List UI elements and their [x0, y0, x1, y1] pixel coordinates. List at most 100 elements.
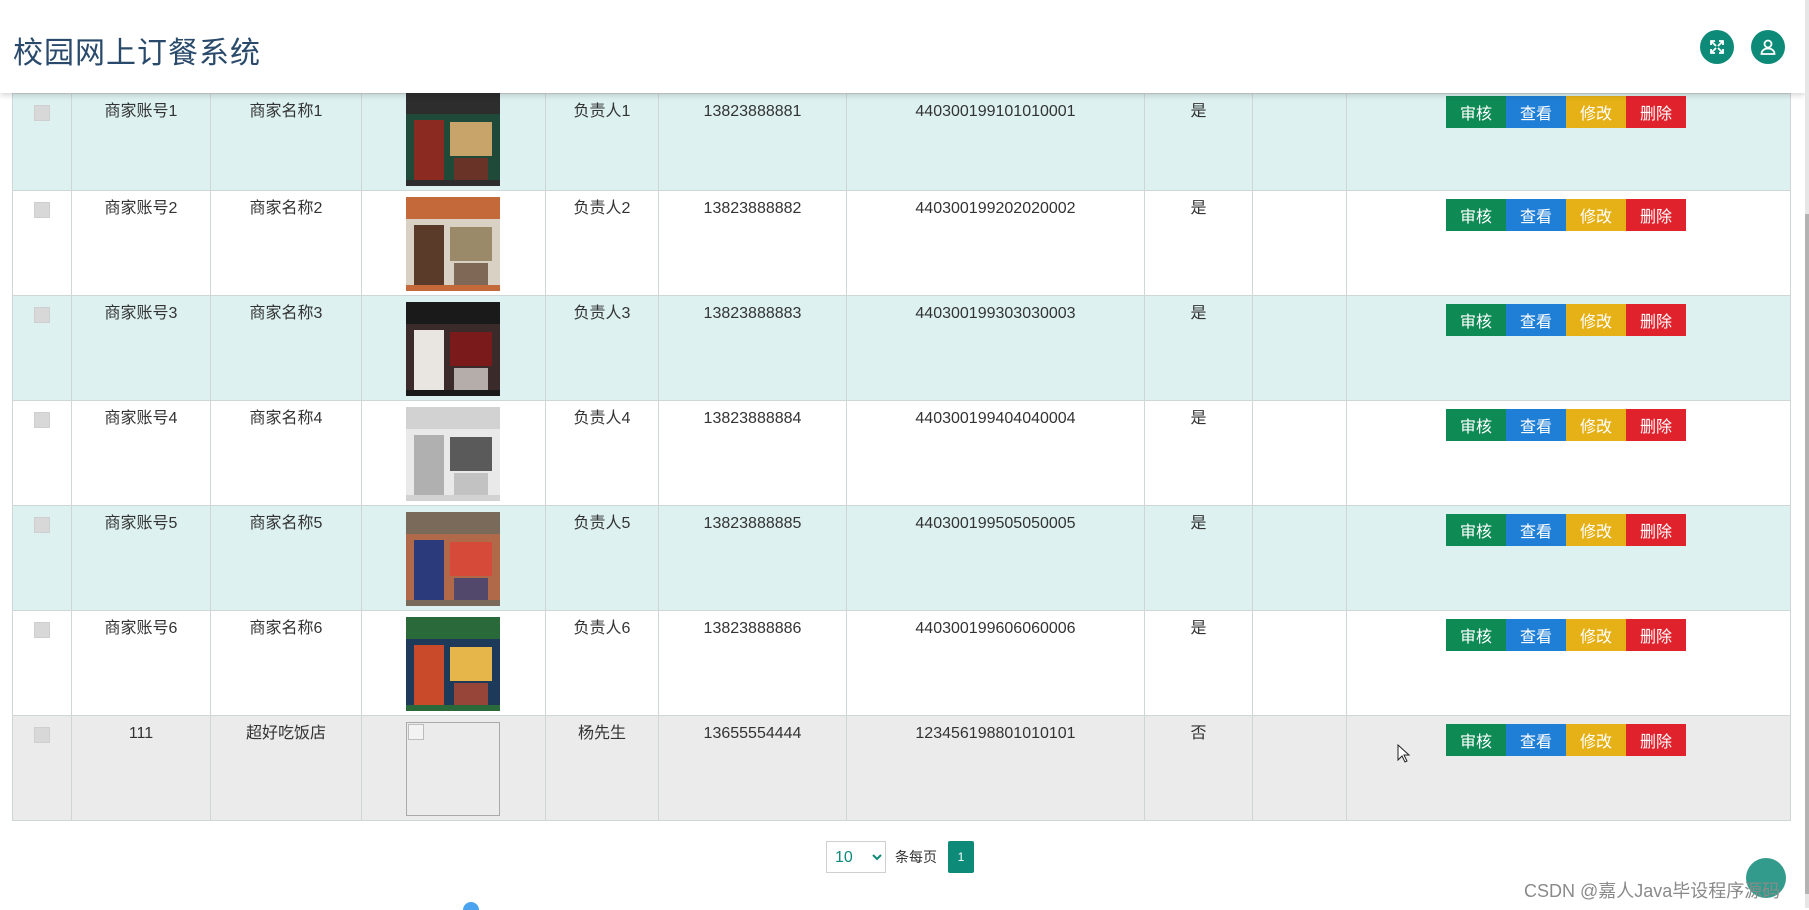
row-actions: 审核 查看 修改 删除	[1446, 514, 1686, 546]
merchant-photo[interactable]	[406, 617, 500, 711]
audit-button[interactable]: 审核	[1446, 304, 1506, 336]
id-number: 440300199202020002	[915, 200, 1076, 217]
phone-number: 13823888882	[703, 200, 802, 217]
page-scrollbar[interactable]	[1805, 0, 1809, 908]
mouse-cursor-icon	[1397, 744, 1411, 763]
scrollbar-thumb[interactable]	[1805, 214, 1809, 894]
edit-button[interactable]: 修改	[1566, 199, 1626, 231]
audit-status: 是	[1190, 305, 1207, 322]
audit-button[interactable]: 审核	[1446, 514, 1506, 546]
view-button[interactable]: 查看	[1506, 199, 1566, 231]
fullscreen-icon	[1710, 40, 1724, 54]
view-button[interactable]: 查看	[1506, 409, 1566, 441]
empty-cell	[1252, 295, 1347, 401]
row-checkbox[interactable]	[34, 412, 50, 428]
owner-name: 负责人5	[573, 515, 631, 532]
audit-button[interactable]: 审核	[1446, 199, 1506, 231]
owner-name: 杨先生	[577, 725, 626, 742]
merchant-account: 商家账号1	[104, 103, 178, 120]
merchant-photo[interactable]	[406, 197, 500, 291]
delete-button[interactable]: 删除	[1626, 96, 1686, 128]
delete-button[interactable]: 删除	[1626, 409, 1686, 441]
view-button[interactable]: 查看	[1506, 514, 1566, 546]
merchant-account: 商家账号6	[104, 620, 178, 637]
audit-button[interactable]: 审核	[1446, 724, 1506, 756]
pagination: 10 条每页 1	[826, 841, 974, 873]
empty-cell	[1252, 715, 1347, 821]
merchant-photo[interactable]	[406, 407, 500, 501]
audit-button[interactable]: 审核	[1446, 96, 1506, 128]
edit-button[interactable]: 修改	[1566, 96, 1626, 128]
delete-button[interactable]: 删除	[1626, 514, 1686, 546]
row-checkbox[interactable]	[34, 517, 50, 533]
audit-status: 是	[1190, 410, 1207, 427]
id-number: 440300199101010001	[915, 103, 1076, 120]
row-actions: 审核 查看 修改 删除	[1446, 96, 1686, 128]
merchant-name: 超好吃饭店	[245, 725, 326, 742]
table-row: 商家账号4 商家名称4 负责人4 13823888884 440300199404040…	[12, 400, 1791, 506]
view-button[interactable]: 查看	[1506, 304, 1566, 336]
watermark: CSDN @嘉人Java毕设程序源码	[1524, 881, 1781, 901]
table-row: 商家账号3 商家名称3 负责人3 13823888883 440300199303030…	[12, 295, 1791, 401]
id-number: 440300199606060006	[915, 620, 1076, 637]
table-row: 111 超好吃饭店 杨先生 13655554444 123456198801010101…	[12, 715, 1791, 821]
edit-button[interactable]: 修改	[1566, 724, 1626, 756]
edit-button[interactable]: 修改	[1566, 514, 1626, 546]
merchant-name: 商家名称2	[249, 200, 323, 217]
merchant-name: 商家名称6	[249, 620, 323, 637]
row-actions: 审核 查看 修改 删除	[1446, 409, 1686, 441]
audit-button[interactable]: 审核	[1446, 619, 1506, 651]
page-size-select[interactable]: 10	[826, 841, 886, 873]
merchant-table: 商家账号1 商家名称1 负责人1 13823888881 440300199101010…	[12, 92, 1791, 821]
merchant-photo[interactable]	[406, 512, 500, 606]
user-icon	[1760, 39, 1776, 55]
delete-button[interactable]: 删除	[1626, 619, 1686, 651]
id-number: 123456198801010101	[915, 725, 1076, 742]
table-row: 商家账号6 商家名称6 负责人6 13823888886 440300199606060…	[12, 610, 1791, 716]
app-title: 校园网上订餐系统	[13, 37, 261, 70]
owner-name: 负责人1	[573, 103, 631, 120]
floating-indicator	[463, 902, 479, 910]
per-page-label: 条每页	[895, 849, 937, 865]
phone-number: 13655554444	[703, 725, 802, 742]
row-checkbox[interactable]	[34, 307, 50, 323]
empty-cell	[1252, 93, 1347, 191]
id-number: 440300199303030003	[915, 305, 1076, 322]
merchant-name: 商家名称4	[249, 410, 323, 427]
table-row: 商家账号5 商家名称5 负责人5 13823888885 440300199505050…	[12, 505, 1791, 611]
merchant-photo[interactable]	[406, 302, 500, 396]
top-header: 校园网上订餐系统	[0, 0, 1805, 93]
row-checkbox[interactable]	[34, 202, 50, 218]
audit-status: 否	[1190, 725, 1207, 742]
delete-button[interactable]: 删除	[1626, 724, 1686, 756]
view-button[interactable]: 查看	[1506, 724, 1566, 756]
phone-number: 13823888885	[703, 515, 802, 532]
row-checkbox[interactable]	[34, 622, 50, 638]
edit-button[interactable]: 修改	[1566, 619, 1626, 651]
phone-number: 13823888886	[703, 620, 802, 637]
merchant-account: 商家账号4	[104, 410, 178, 427]
page-button-current[interactable]: 1	[948, 841, 974, 873]
row-actions: 审核 查看 修改 删除	[1446, 619, 1686, 651]
view-button[interactable]: 查看	[1506, 96, 1566, 128]
audit-button[interactable]: 审核	[1446, 409, 1506, 441]
audit-status: 是	[1190, 515, 1207, 532]
id-number: 440300199404040004	[915, 410, 1076, 427]
row-actions: 审核 查看 修改 删除	[1446, 199, 1686, 231]
fullscreen-button[interactable]	[1700, 30, 1734, 64]
merchant-photo[interactable]	[406, 92, 500, 186]
merchant-name: 商家名称5	[249, 515, 323, 532]
edit-button[interactable]: 修改	[1566, 409, 1626, 441]
delete-button[interactable]: 删除	[1626, 304, 1686, 336]
user-button[interactable]	[1751, 30, 1785, 64]
row-actions: 审核 查看 修改 删除	[1446, 304, 1686, 336]
audit-status: 是	[1190, 200, 1207, 217]
empty-cell	[1252, 610, 1347, 716]
edit-button[interactable]: 修改	[1566, 304, 1626, 336]
phone-number: 13823888883	[703, 305, 802, 322]
row-checkbox[interactable]	[34, 105, 50, 121]
view-button[interactable]: 查看	[1506, 619, 1566, 651]
delete-button[interactable]: 删除	[1626, 199, 1686, 231]
row-checkbox[interactable]	[34, 727, 50, 743]
empty-cell	[1252, 400, 1347, 506]
